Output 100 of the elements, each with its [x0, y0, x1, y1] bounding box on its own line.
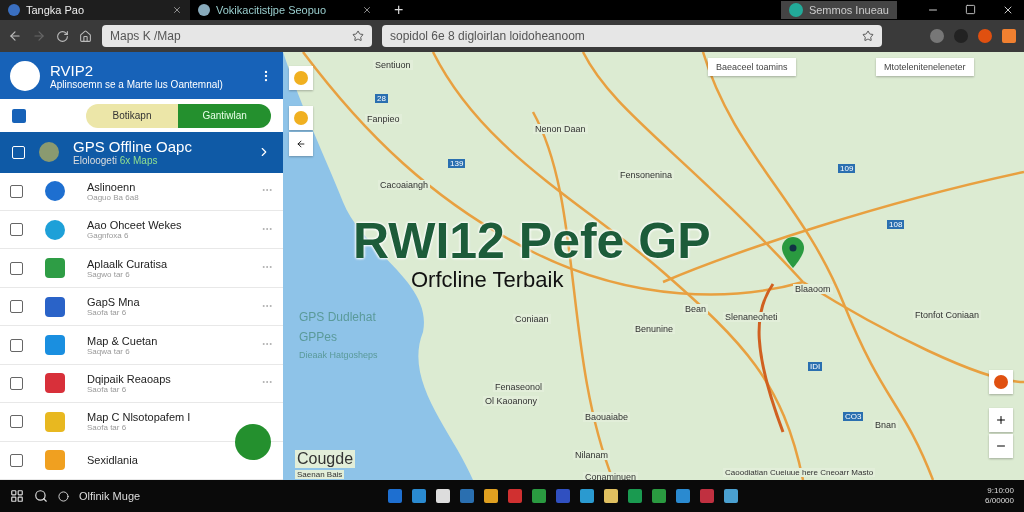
checkbox[interactable] [10, 453, 23, 467]
browser-tab[interactable]: Tangka Pao [0, 0, 190, 20]
profile-name: Semmos Inueau [808, 4, 889, 16]
item-title: Map C Nlsotopafem I [87, 411, 191, 424]
extension-icon[interactable] [930, 29, 944, 43]
road-shield: 108 [887, 220, 905, 229]
avatar-icon [788, 3, 803, 17]
search-field[interactable]: sopidol 6e 8 digloirlan loidoheanoom [382, 25, 882, 47]
close-icon[interactable] [362, 5, 372, 15]
app-list-item[interactable]: Aslinoenn Oaguo Ba 6a8 [0, 172, 283, 211]
zoom-out-button[interactable] [989, 434, 1013, 458]
place-label: Slenaneoheti [723, 312, 780, 322]
map-tagline: Orfcline Terbaik [411, 267, 564, 293]
place-label: Blaaoom [793, 284, 833, 294]
checkbox[interactable] [10, 223, 23, 237]
reload-icon[interactable] [56, 29, 69, 43]
map-caption: Dieaak Hatgosheps [299, 350, 378, 360]
item-title: GapS Mna [87, 296, 140, 309]
zoom-in-button[interactable] [989, 408, 1013, 432]
tab-favicon-icon [8, 4, 20, 16]
start-icon[interactable] [10, 489, 24, 503]
place-label: Benunine [633, 324, 676, 334]
toggle-option[interactable]: Gantiwlan [178, 103, 271, 128]
map-footer: Caoodiatian Cueiuue here Cneoarr Masto [723, 468, 876, 477]
taskbar-search[interactable]: Olfinik Muge [79, 490, 141, 502]
toggle-option[interactable]: Botikapn [85, 103, 179, 128]
app-list-item[interactable]: Dqipaik Reaoaps Saofa tar 6 [0, 364, 283, 404]
place-label: Fanpieo [365, 114, 402, 124]
road-shield: 139 [448, 159, 466, 168]
item-title: Map & Cuetan [87, 334, 158, 347]
checkbox[interactable] [10, 261, 23, 275]
road-shield: IDI [808, 362, 823, 371]
star-icon[interactable] [352, 30, 364, 42]
map-caption: GPS Dudlehat [299, 310, 376, 324]
new-tab-button[interactable]: + [394, 1, 404, 19]
place-label: Nilanam [573, 450, 610, 460]
item-title: Aslinoenn [87, 180, 137, 193]
place-label: Ol Kaoanony [483, 396, 540, 406]
close-icon[interactable] [172, 5, 182, 15]
item-title: GPS Offline Oapc [73, 138, 192, 156]
plus-icon [995, 414, 1007, 426]
item-subtitle: Sagwo tar 6 [87, 269, 131, 279]
back-icon[interactable] [8, 29, 22, 43]
item-subtitle: Oaguo Ba 6a8 [87, 192, 139, 202]
item-title: Aao Ohceet Wekes [87, 219, 182, 232]
taskbar-app-icon[interactable] [483, 489, 498, 503]
app-list-item[interactable]: Map & Cuetan Saqwa tar 6 [0, 326, 283, 365]
checkbox[interactable] [10, 338, 23, 352]
place-label: Ftonfot Coniaan [913, 310, 982, 320]
home-icon[interactable] [79, 29, 92, 43]
app-icon [39, 142, 59, 163]
map-caption: GPPes [299, 330, 337, 344]
floating-action-button[interactable] [235, 424, 271, 460]
maximize-icon[interactable] [965, 4, 976, 15]
map-brand-caption: Saenan Bais [295, 470, 345, 479]
place-label: Coniaan [513, 314, 551, 324]
layers-chip[interactable]: Mtoteleniteneleneter [876, 58, 974, 76]
road-shield: 109 [838, 164, 856, 173]
taskbar-app-icon[interactable] [603, 489, 618, 503]
star-icon[interactable] [862, 30, 874, 42]
item-subtitle: Saofa tar 6 [87, 384, 127, 394]
tab-favicon-icon [198, 4, 210, 16]
featured-item[interactable]: GPS Offline Oapc Eloloogeti 6x Maps [0, 132, 283, 173]
app-title: RVIP2 [50, 61, 95, 79]
checkbox[interactable] [10, 300, 23, 314]
taskbar-clock[interactable]: 9:10:00 6/00000 [985, 486, 1014, 506]
road-shield: 28 [375, 94, 388, 103]
taskbar-app-icon[interactable] [579, 489, 594, 503]
road-shield: CO3 [843, 412, 864, 421]
place-label: Bnan [873, 420, 899, 430]
app-list-item[interactable]: Aplaalk Curatisa Sagwo tar 6 [0, 249, 283, 288]
arrow-left-icon [296, 139, 306, 149]
checkbox[interactable] [10, 184, 23, 198]
layer-button[interactable] [289, 132, 313, 156]
close-icon[interactable] [1002, 4, 1014, 16]
extension-icon[interactable] [978, 29, 992, 43]
app-list-item[interactable]: Aao Ohceet Wekes Gagnfoxa 6 [0, 210, 283, 250]
place-label: Nenon Daan [533, 124, 588, 134]
item-subtitle: Saofa tar 6 [87, 308, 128, 318]
place-label: Cacoaiangh [378, 180, 431, 190]
item-subtitle: Saqwa tar 6 [87, 346, 131, 356]
app-list-item[interactable]: GapS Mna Saofa tar 6 [0, 287, 283, 327]
taskbar-app-icon[interactable] [435, 489, 450, 503]
map-brand: Cougde [295, 450, 356, 468]
place-label: Fenaseonol [493, 382, 545, 392]
directions-chip[interactable]: Baeaceel toamins [708, 58, 796, 76]
taskbar-app-icon[interactable] [723, 489, 738, 503]
app-logo-icon [10, 60, 40, 91]
item-subtitle: Saofa tar 6 [87, 423, 128, 433]
item-title: Sexidlania [87, 454, 138, 467]
compass-button[interactable] [989, 370, 1013, 394]
circle-icon[interactable] [58, 490, 69, 502]
address-field[interactable]: Maps K /Map [102, 25, 372, 47]
checkbox[interactable] [10, 376, 23, 390]
search-icon[interactable] [34, 489, 48, 503]
place-label: Bean [683, 304, 709, 314]
checkbox[interactable] [10, 415, 23, 429]
app-subtitle: Aplinsoemn se a Marte lus Oantemnal) [50, 78, 223, 90]
profile-chip[interactable]: Semmos Inueau [780, 1, 897, 19]
place-label: Sentiuon [373, 60, 413, 70]
